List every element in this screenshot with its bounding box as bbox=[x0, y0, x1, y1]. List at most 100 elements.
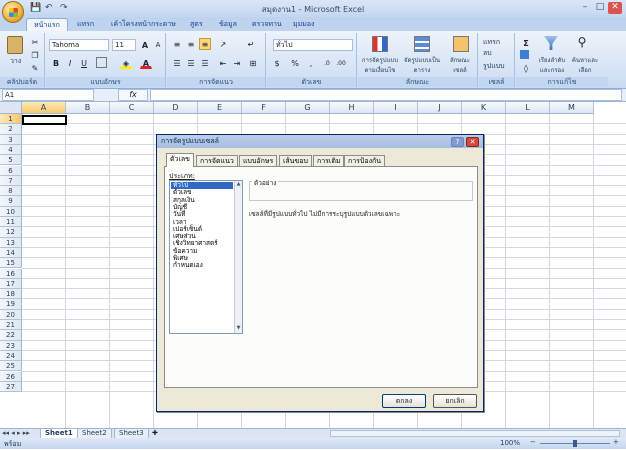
align-top-icon[interactable]: ≡ bbox=[171, 38, 183, 50]
paste-icon[interactable] bbox=[7, 36, 23, 54]
paste-button[interactable]: วาง bbox=[10, 56, 21, 67]
percent-button[interactable]: % bbox=[289, 57, 301, 69]
fill-icon[interactable] bbox=[520, 50, 529, 59]
zoom-thumb[interactable] bbox=[573, 440, 577, 447]
orientation-icon[interactable]: ↗ bbox=[217, 38, 229, 50]
italic-button[interactable]: I bbox=[64, 57, 76, 69]
increase-decimal-icon[interactable]: .0 bbox=[321, 57, 333, 69]
clear-icon[interactable]: ◊ bbox=[520, 62, 532, 74]
row-header[interactable]: 15 bbox=[0, 258, 22, 269]
delete-cells-button[interactable]: ลบ bbox=[483, 48, 492, 59]
dialog-help-button[interactable]: ? bbox=[451, 137, 464, 147]
underline-button[interactable]: U bbox=[78, 57, 90, 69]
align-middle-icon[interactable]: ≡ bbox=[185, 38, 197, 50]
copy-icon[interactable]: ❐ bbox=[29, 49, 41, 61]
row-header[interactable]: 2 bbox=[0, 124, 22, 135]
tab-review[interactable]: ตรวจทาน bbox=[245, 18, 289, 31]
row-header[interactable]: 22 bbox=[0, 330, 22, 341]
zoom-out-button[interactable]: − bbox=[530, 438, 536, 446]
font-name-box[interactable]: Tahoma bbox=[49, 39, 109, 51]
row-header[interactable]: 6 bbox=[0, 165, 22, 176]
format-table-icon[interactable] bbox=[414, 36, 430, 52]
tab-formulas[interactable]: สูตร bbox=[183, 18, 210, 31]
row-header[interactable]: 13 bbox=[0, 237, 22, 248]
new-sheet-icon[interactable]: ✚ bbox=[152, 429, 164, 438]
row-header[interactable]: 9 bbox=[0, 196, 22, 207]
office-button[interactable] bbox=[2, 1, 24, 23]
format-table-button[interactable]: จัดรูปแบบเป็นตาราง bbox=[402, 55, 442, 75]
column-header[interactable]: M bbox=[550, 102, 594, 114]
column-header[interactable]: C bbox=[110, 102, 154, 114]
row-header[interactable]: 12 bbox=[0, 227, 22, 238]
row-header[interactable]: 7 bbox=[0, 175, 22, 187]
column-header[interactable]: L bbox=[506, 102, 550, 114]
close-button[interactable]: ✕ bbox=[608, 2, 622, 14]
insert-function-button[interactable]: fx bbox=[118, 89, 148, 101]
comma-button[interactable]: , bbox=[305, 57, 317, 69]
zoom-in-button[interactable]: + bbox=[613, 438, 619, 446]
sort-filter-button[interactable]: เรียงลำดับและกรอง bbox=[538, 55, 566, 75]
name-box[interactable]: A1 bbox=[2, 89, 94, 101]
cut-icon[interactable]: ✂ bbox=[29, 36, 41, 48]
row-header[interactable]: 21 bbox=[0, 320, 22, 331]
column-header[interactable]: F bbox=[242, 102, 286, 114]
active-cell-a1[interactable] bbox=[22, 115, 67, 125]
minimize-button[interactable]: – bbox=[578, 2, 592, 14]
scroll-up-icon[interactable]: ▲ bbox=[235, 181, 242, 189]
tab-data[interactable]: ข้อมูล bbox=[212, 18, 244, 31]
horizontal-scrollbar[interactable] bbox=[330, 430, 620, 437]
row-header[interactable]: 10 bbox=[0, 206, 22, 217]
row-header[interactable]: 8 bbox=[0, 186, 22, 197]
format-painter-icon[interactable]: ✎ bbox=[29, 62, 41, 74]
conditional-format-button[interactable]: การจัดรูปแบบตามเงื่อนไข bbox=[360, 55, 400, 75]
dialog-close-button[interactable]: ✕ bbox=[466, 137, 479, 147]
maximize-button[interactable]: □ bbox=[593, 2, 607, 14]
row-header[interactable]: 1 bbox=[0, 114, 22, 125]
decrease-decimal-icon[interactable]: .00 bbox=[335, 57, 347, 69]
row-header[interactable]: 27 bbox=[0, 381, 22, 393]
shrink-font-icon[interactable]: A bbox=[152, 39, 164, 51]
column-header[interactable]: G bbox=[286, 102, 330, 114]
find-select-button[interactable]: ค้นหาและเลือก bbox=[570, 55, 600, 75]
column-header[interactable]: E bbox=[198, 102, 242, 114]
conditional-format-icon[interactable] bbox=[372, 36, 388, 52]
row-header[interactable]: 23 bbox=[0, 340, 22, 351]
column-header[interactable]: J bbox=[418, 102, 462, 114]
row-header[interactable]: 24 bbox=[0, 350, 22, 362]
select-all-corner[interactable] bbox=[0, 102, 22, 114]
column-header[interactable]: H bbox=[330, 102, 374, 114]
grow-font-icon[interactable]: A bbox=[139, 39, 151, 51]
align-right-icon[interactable]: ☰ bbox=[199, 57, 211, 69]
ok-button[interactable]: ตกลง bbox=[382, 394, 426, 408]
column-header[interactable]: I bbox=[374, 102, 418, 114]
font-color-icon[interactable]: A bbox=[140, 57, 152, 69]
merge-center-icon[interactable]: ⊞ bbox=[247, 57, 259, 69]
currency-icon[interactable]: $ bbox=[271, 57, 283, 69]
row-header[interactable]: 16 bbox=[0, 268, 22, 279]
redo-icon[interactable]: ↷ bbox=[60, 3, 68, 13]
row-header[interactable]: 20 bbox=[0, 309, 22, 320]
scroll-down-icon[interactable]: ▼ bbox=[235, 325, 242, 333]
category-scrollbar[interactable]: ▲ ▼ bbox=[234, 181, 242, 333]
row-header[interactable]: 26 bbox=[0, 371, 22, 382]
formula-input[interactable] bbox=[150, 89, 622, 101]
cell-styles-button[interactable]: ลักษณะเซลล์ bbox=[444, 55, 476, 75]
align-left-icon[interactable]: ☰ bbox=[171, 57, 183, 69]
cancel-button[interactable]: ยกเลิก bbox=[433, 394, 477, 408]
binoculars-icon[interactable]: ⚲ bbox=[576, 36, 588, 48]
sheet-nav-icon[interactable]: ◂◂ ◂ ▸ ▸▸ bbox=[2, 429, 30, 437]
column-header[interactable]: B bbox=[66, 102, 110, 114]
tab-insert[interactable]: แทรก bbox=[70, 18, 101, 31]
category-list[interactable]: ทั่วไป ตัวเลข สกุลเงิน บัญชี วันที่ เวลา เปอร์… bbox=[169, 180, 243, 334]
sort-filter-icon[interactable] bbox=[544, 36, 558, 50]
tab-page-layout[interactable]: เค้าโครงหน้ากระดาษ bbox=[104, 18, 183, 31]
row-header[interactable]: 19 bbox=[0, 299, 22, 310]
increase-indent-icon[interactable]: ⇥ bbox=[231, 57, 243, 69]
column-header[interactable]: K bbox=[462, 102, 506, 114]
align-center-icon[interactable]: ☰ bbox=[185, 57, 197, 69]
row-header[interactable]: 5 bbox=[0, 155, 22, 166]
cell-styles-icon[interactable] bbox=[453, 36, 469, 52]
zoom-level[interactable]: 100% bbox=[500, 439, 520, 447]
insert-cells-button[interactable]: แทรก bbox=[483, 37, 500, 48]
font-size-box[interactable]: 11 bbox=[112, 39, 136, 51]
